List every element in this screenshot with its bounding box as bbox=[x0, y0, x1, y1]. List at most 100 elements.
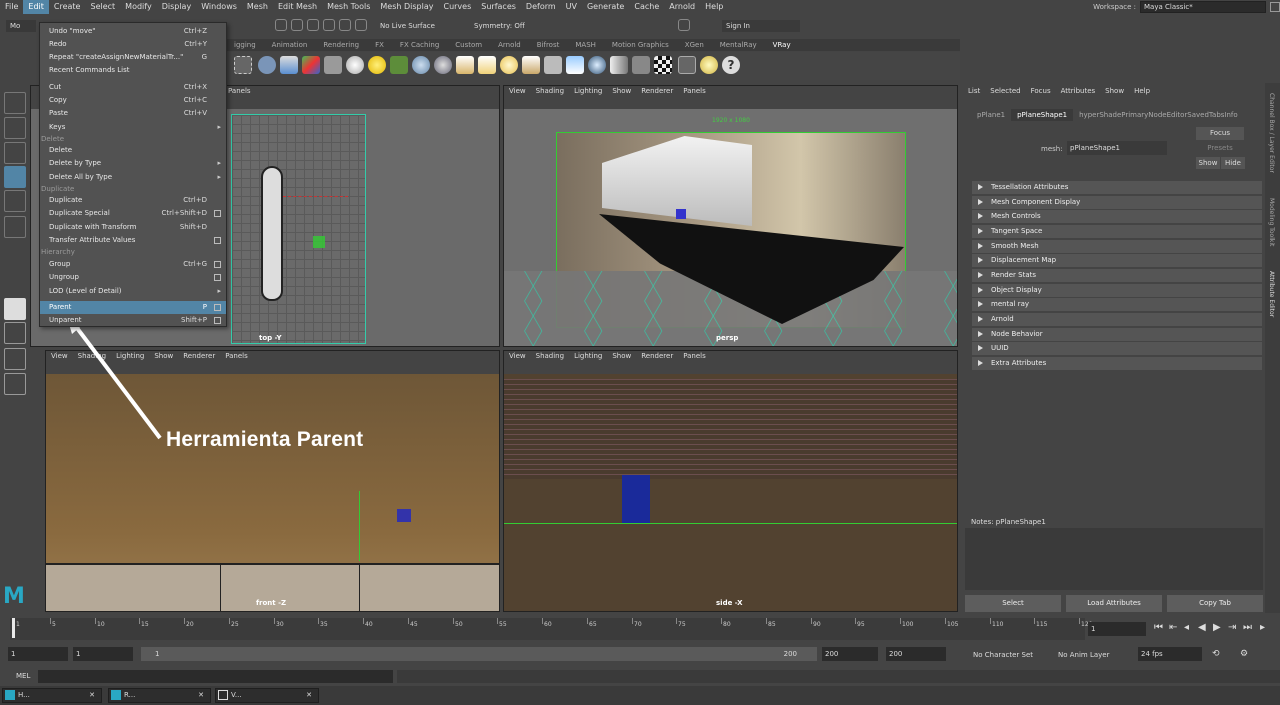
go-to-start-icon[interactable]: ⏮ bbox=[1154, 622, 1163, 633]
vray-table-icon[interactable] bbox=[678, 56, 696, 74]
menu-windows[interactable]: Windows bbox=[196, 0, 242, 14]
help-icon[interactable]: ? bbox=[722, 56, 740, 74]
menu-edit[interactable]: Edit bbox=[23, 0, 49, 14]
vray-ies-icon[interactable] bbox=[544, 56, 562, 74]
viewport-menu-show[interactable]: Show bbox=[607, 86, 636, 97]
vray-light-rect-icon[interactable] bbox=[456, 56, 474, 74]
vray-ball-icon[interactable] bbox=[434, 56, 452, 74]
move-tool-icon[interactable] bbox=[4, 166, 26, 188]
close-icon[interactable]: ✕ bbox=[198, 689, 204, 702]
close-icon[interactable]: ✕ bbox=[306, 689, 312, 702]
side-tab-modeling-toolkit[interactable]: Modeling Toolkit bbox=[1268, 198, 1275, 246]
shelf-tab-arnold[interactable]: Arnold bbox=[490, 39, 529, 51]
time-slider-track[interactable]: 1 5 10 15 20 25 30 35 40 45 50 55 60 65 70 75 80 85 90 95 10… bbox=[10, 618, 1092, 640]
menu-item-paste[interactable]: Paste Ctrl+V bbox=[40, 107, 226, 120]
vray-sun-icon[interactable] bbox=[368, 56, 386, 74]
menu-curves[interactable]: Curves bbox=[438, 0, 476, 14]
frame-smooth-mesh[interactable]: Smooth Mesh bbox=[972, 240, 1262, 253]
viewport-menu-renderer[interactable]: Renderer bbox=[636, 86, 678, 97]
shelf-tab-bifrost[interactable]: Bifrost bbox=[529, 39, 568, 51]
animation-start-field[interactable]: 1 bbox=[8, 647, 68, 661]
current-frame-field[interactable]: 1 bbox=[1088, 622, 1146, 636]
step-back-frame-icon[interactable]: ◂ bbox=[1184, 622, 1189, 633]
hide-button[interactable]: Hide bbox=[1221, 157, 1245, 169]
vray-cone-icon[interactable] bbox=[522, 56, 540, 74]
vray-checker-icon[interactable] bbox=[654, 56, 672, 74]
show-button[interactable]: Show bbox=[1196, 157, 1220, 169]
vray-sphere-icon[interactable] bbox=[346, 56, 364, 74]
attr-menu-show[interactable]: Show bbox=[1100, 83, 1129, 99]
two-view-icon[interactable] bbox=[4, 348, 26, 370]
vray-bulb-icon[interactable] bbox=[700, 56, 718, 74]
viewport-front-panels[interactable]: Panels bbox=[220, 351, 253, 362]
live-surface-field[interactable]: No Live Surface bbox=[376, 20, 456, 32]
menu-item-parent[interactable]: Parent P bbox=[40, 301, 226, 314]
menu-select[interactable]: Select bbox=[85, 0, 120, 14]
focus-button[interactable]: Focus bbox=[1196, 127, 1244, 140]
viewport-front-renderer[interactable]: Renderer bbox=[178, 351, 220, 362]
menu-item-delete-all-by-type[interactable]: Delete All by Type ▸ bbox=[40, 171, 226, 184]
shelf-tab-fx-caching[interactable]: FX Caching bbox=[392, 39, 447, 51]
vray-plane-icon[interactable] bbox=[566, 56, 584, 74]
frame-tangent-space[interactable]: Tangent Space bbox=[972, 225, 1262, 238]
attr-menu-attributes[interactable]: Attributes bbox=[1056, 83, 1101, 99]
shelf-tab-rigging[interactable]: igging bbox=[226, 39, 264, 51]
shelf-tab-custom[interactable]: Custom bbox=[447, 39, 490, 51]
menu-create[interactable]: Create bbox=[49, 0, 86, 14]
option-box-icon[interactable] bbox=[214, 261, 221, 268]
shelf-tab-rendering[interactable]: Rendering bbox=[315, 39, 367, 51]
taskbar-item-render[interactable]: R... ✕ bbox=[108, 688, 211, 703]
tab-pplaneshape1[interactable]: pPlaneShape1 bbox=[1011, 109, 1074, 121]
frame-extra-attributes[interactable]: Extra Attributes bbox=[972, 357, 1262, 370]
loop-icon[interactable]: ⟲ bbox=[1212, 649, 1220, 659]
paint-select-icon[interactable] bbox=[4, 142, 26, 164]
fps-dropdown[interactable]: 24 fps bbox=[1138, 647, 1202, 661]
time-slider[interactable]: 1 5 10 15 20 25 30 35 40 45 50 55 60 65 70 75 80 85 90 95 10… bbox=[0, 614, 1280, 642]
vray-settings-icon[interactable] bbox=[234, 56, 252, 74]
menu-help[interactable]: Help bbox=[700, 0, 728, 14]
scale-tool-icon[interactable] bbox=[4, 216, 26, 238]
side-tab-attribute-editor[interactable]: Attribute Editor bbox=[1268, 271, 1275, 317]
option-box-icon[interactable] bbox=[214, 304, 221, 311]
notes-textarea[interactable] bbox=[965, 528, 1263, 590]
mesh-name-field[interactable]: pPlaneShape1 bbox=[1067, 141, 1167, 155]
menu-item-undo[interactable]: Undo "move" Ctrl+Z bbox=[40, 25, 226, 38]
command-language-label[interactable]: MEL bbox=[16, 672, 30, 680]
select-hierarchy-icon[interactable] bbox=[275, 19, 287, 31]
frame-uuid[interactable]: UUID bbox=[972, 342, 1262, 355]
menu-item-duplicate[interactable]: Duplicate Ctrl+D bbox=[40, 194, 226, 207]
attr-menu-list[interactable]: List bbox=[963, 83, 985, 99]
frame-mesh-component-display[interactable]: Mesh Component Display bbox=[972, 196, 1262, 209]
frame-render-stats[interactable]: Render Stats bbox=[972, 269, 1262, 282]
attr-menu-focus[interactable]: Focus bbox=[1026, 83, 1056, 99]
snap-point-icon[interactable] bbox=[323, 19, 335, 31]
snap-grid-icon[interactable] bbox=[291, 19, 303, 31]
option-box-icon[interactable] bbox=[214, 274, 221, 281]
menu-file[interactable]: File bbox=[0, 0, 23, 14]
go-to-end-icon[interactable]: ⏭ bbox=[1243, 622, 1252, 633]
four-view-icon[interactable] bbox=[4, 322, 26, 344]
menu-item-ungroup[interactable]: Ungroup bbox=[40, 271, 226, 284]
menu-item-lod[interactable]: LOD (Level of Detail) ▸ bbox=[40, 285, 226, 298]
frame-object-display[interactable]: Object Display bbox=[972, 284, 1262, 297]
tab-hypershade-saved-tabs[interactable]: hyperShadePrimaryNodeEditorSavedTabsInfo bbox=[1073, 109, 1244, 121]
snap-live-icon[interactable] bbox=[355, 19, 367, 31]
option-box-icon[interactable] bbox=[214, 210, 221, 217]
frame-arnold[interactable]: Arnold bbox=[972, 313, 1262, 326]
vray-env2-icon[interactable] bbox=[610, 56, 628, 74]
play-back-icon[interactable]: ◀ bbox=[1198, 622, 1206, 633]
menu-arnold[interactable]: Arnold bbox=[664, 0, 700, 14]
menu-item-repeat[interactable]: Repeat "createAssignNewMaterialTr..." G bbox=[40, 51, 226, 64]
vray-sphere-light-icon[interactable] bbox=[500, 56, 518, 74]
frame-mental-ray[interactable]: mental ray bbox=[972, 298, 1262, 311]
snap-view-icon[interactable] bbox=[339, 19, 351, 31]
load-attributes-button[interactable]: Load Attributes bbox=[1066, 595, 1162, 612]
menu-item-keys[interactable]: Keys ▸ bbox=[40, 121, 226, 134]
viewport-side-lighting[interactable]: Lighting bbox=[569, 351, 607, 362]
menu-item-delete-by-type[interactable]: Delete by Type ▸ bbox=[40, 157, 226, 170]
shelf-tab-animation[interactable]: Animation bbox=[264, 39, 316, 51]
snap-curve-icon[interactable] bbox=[307, 19, 319, 31]
menu-generate[interactable]: Generate bbox=[582, 0, 629, 14]
shelf-tab-mash[interactable]: MASH bbox=[567, 39, 604, 51]
rotate-tool-icon[interactable] bbox=[4, 190, 26, 212]
